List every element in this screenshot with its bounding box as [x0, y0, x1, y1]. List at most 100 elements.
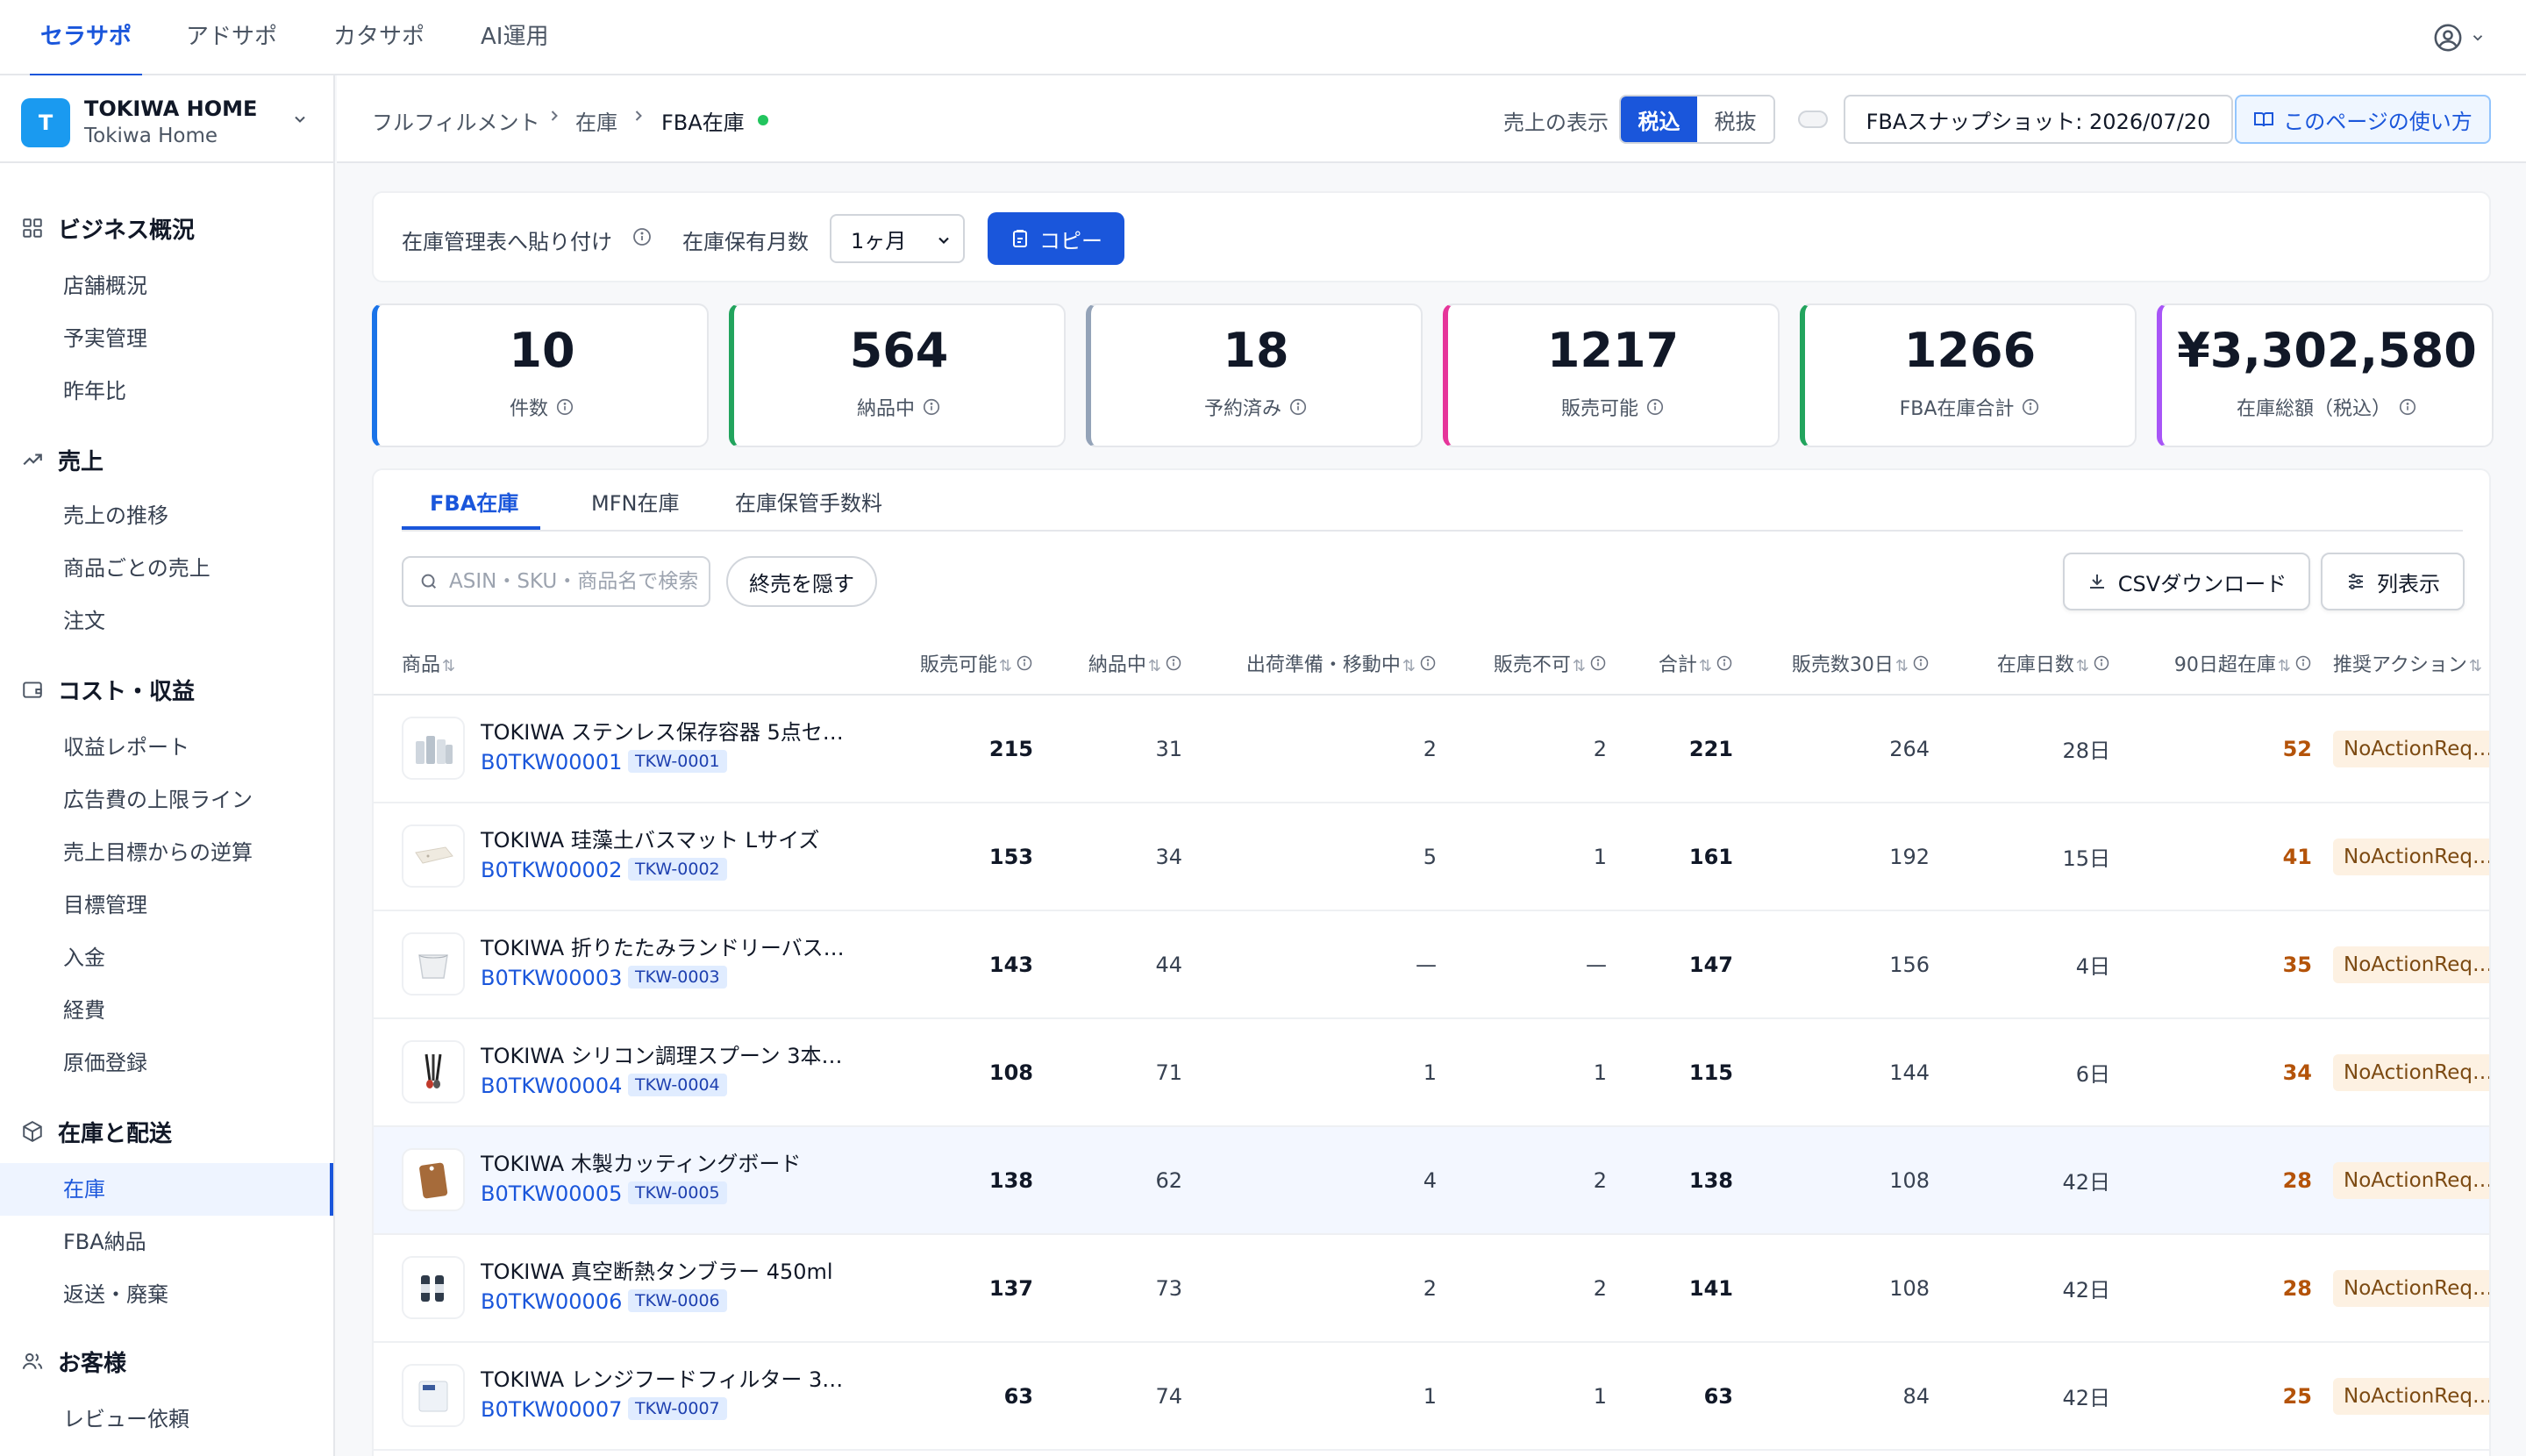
sidebar-item-sales-by-product[interactable]: 商品ごとの売上: [63, 551, 210, 586]
tax-in-button[interactable]: 税込: [1621, 96, 1697, 142]
info-icon[interactable]: [2294, 654, 2312, 672]
csv-download-button[interactable]: CSVダウンロード: [2063, 553, 2310, 610]
product-name[interactable]: TOKIWA 真空断熱タンブラー 450ml: [481, 1254, 849, 1285]
tax-out-button[interactable]: 税抜: [1697, 96, 1773, 142]
info-icon[interactable]: [2021, 397, 2040, 417]
columns-button[interactable]: 列表示: [2321, 553, 2465, 610]
help-button[interactable]: このページの使い方: [2235, 95, 2491, 144]
info-icon[interactable]: [922, 397, 941, 417]
tab-serasapo[interactable]: セラサポ: [29, 0, 143, 77]
column-header[interactable]: 販売数30日 ⇅: [1745, 632, 1942, 696]
store-switcher[interactable]: T TOKIWA HOME Tokiwa Home: [0, 75, 333, 163]
info-icon[interactable]: [1419, 654, 1437, 672]
tab-mfn-inventory[interactable]: MFN在庫: [591, 486, 679, 517]
column-header[interactable]: 商品 ⇅: [374, 632, 891, 696]
column-header[interactable]: 90日超在庫 ⇅: [2123, 632, 2324, 696]
nav-section-business[interactable]: ビジネス概況: [21, 211, 195, 246]
nav-section-inventory[interactable]: 在庫と配送: [21, 1114, 172, 1149]
column-header[interactable]: 推奨アクション ⇅: [2324, 632, 2489, 696]
sidebar-item-sales-trend[interactable]: 売上の推移: [63, 498, 168, 533]
tab-fba-inventory[interactable]: FBA在庫: [430, 486, 518, 517]
action-badge[interactable]: NoActionRequired: [2333, 1161, 2489, 1199]
tab-adsapo[interactable]: アドサポ: [186, 0, 277, 75]
months-select[interactable]: 1ヶ月: [830, 214, 965, 263]
nav-section-cost[interactable]: コスト・収益: [21, 672, 195, 707]
sidebar-item-cost-register[interactable]: 原価登録: [63, 1046, 147, 1081]
product-asin-link[interactable]: B0TKW00005: [481, 1181, 622, 1206]
action-badge[interactable]: NoActionRequired: [2333, 1053, 2489, 1091]
product-asin-link[interactable]: B0TKW00003: [481, 966, 622, 990]
cell-total: 141: [1688, 1275, 1733, 1301]
breadcrumb-inventory[interactable]: 在庫: [575, 105, 617, 136]
column-header[interactable]: 販売不可 ⇅: [1449, 632, 1619, 696]
table-row[interactable]: TOKIWA 木製カッティングボード B0TKW00005 TKW-0005 138 6…: [374, 1126, 2489, 1234]
product-name[interactable]: TOKIWA 珪藻土バスマット Lサイズ: [481, 823, 849, 853]
search-input[interactable]: [449, 570, 703, 593]
snapshot-date[interactable]: FBAスナップショット: 2026/07/20: [1844, 95, 2233, 144]
search-box[interactable]: [402, 556, 710, 607]
product-name[interactable]: TOKIWA シリコン調理スプーン 3本セット: [481, 1038, 849, 1069]
column-header[interactable]: 在庫日数 ⇅: [1942, 632, 2123, 696]
product-thumbnail-icon: [425, 1053, 442, 1088]
info-icon[interactable]: [1016, 654, 1033, 672]
sidebar-item-yoy[interactable]: 昨年比: [63, 374, 126, 409]
nav-section-sales[interactable]: 売上: [21, 442, 103, 477]
table-row[interactable]: TOKIWA ステンレス保存容器 5点セット B0TKW00001 TKW-0001…: [374, 695, 2489, 803]
sidebar-item-inventory[interactable]: 在庫: [0, 1163, 333, 1216]
info-icon[interactable]: [1912, 654, 1930, 672]
tab-ai[interactable]: AI運用: [481, 0, 548, 75]
sidebar-item-fba-inbound[interactable]: FBA納品: [63, 1224, 146, 1260]
hide-ended-button[interactable]: 終売を隠す: [726, 556, 877, 607]
sidebar-item-goals[interactable]: 目標管理: [63, 888, 147, 923]
product-name[interactable]: TOKIWA 木製カッティングボード: [481, 1146, 849, 1177]
product-asin-link[interactable]: B0TKW00004: [481, 1074, 622, 1098]
info-icon[interactable]: [1288, 397, 1308, 417]
sidebar-item-orders[interactable]: 注文: [63, 603, 105, 639]
table-row[interactable]: TOKIWA 珪藻土バスマット Lサイズ B0TKW00002 TKW-0002 15…: [374, 803, 2489, 910]
table-row[interactable]: TOKIWA 折りたたみランドリーバスケット B0TKW00003 TKW-0003…: [374, 910, 2489, 1018]
info-icon[interactable]: [1645, 397, 1665, 417]
tab-storage-fees[interactable]: 在庫保管手数料: [735, 486, 882, 517]
product-asin-link[interactable]: B0TKW00006: [481, 1289, 622, 1314]
product-name[interactable]: TOKIWA レンジフードフィルター 30枚入: [481, 1362, 849, 1393]
action-badge[interactable]: NoActionRequired: [2333, 730, 2489, 767]
sidebar-item-profit-report[interactable]: 収益レポート: [63, 730, 189, 765]
info-icon[interactable]: [555, 397, 574, 417]
user-menu[interactable]: [2433, 23, 2486, 53]
sidebar-item-deposits[interactable]: 入金: [63, 940, 105, 975]
info-icon[interactable]: [1165, 654, 1182, 672]
table-row[interactable]: TOKIWA 真空断熱タンブラー 450ml B0TKW00006 TKW-0006…: [374, 1234, 2489, 1342]
sidebar-item-budget[interactable]: 予実管理: [63, 321, 147, 356]
info-icon[interactable]: [1716, 654, 1733, 672]
table-row[interactable]: TOKIWA シリコン調理スプーン 3本セット B0TKW00004 TKW-000…: [374, 1018, 2489, 1126]
breadcrumb-fulfillment[interactable]: フルフィルメント: [372, 105, 540, 136]
product-name[interactable]: TOKIWA 折りたたみランドリーバスケット: [481, 931, 849, 961]
tab-katasapo[interactable]: カタサポ: [333, 0, 425, 75]
product-asin-link[interactable]: B0TKW00002: [481, 858, 622, 882]
sidebar-item-review-request[interactable]: レビュー依頼: [63, 1402, 189, 1437]
sidebar-item-reverse-calc[interactable]: 売上目標からの逆算: [63, 835, 253, 870]
sidebar-item-expenses[interactable]: 経費: [63, 993, 105, 1028]
copy-button[interactable]: コピー: [988, 212, 1124, 265]
column-header[interactable]: 納品中 ⇅: [1045, 632, 1195, 696]
sidebar-item-ad-limit[interactable]: 広告費の上限ライン: [63, 782, 253, 817]
product-asin-link[interactable]: B0TKW00007: [481, 1397, 622, 1422]
action-badge[interactable]: NoActionRequired: [2333, 838, 2489, 875]
sidebar-item-removal[interactable]: 返送・廃棄: [63, 1277, 168, 1312]
column-header[interactable]: 販売可能 ⇅: [891, 632, 1045, 696]
action-badge[interactable]: NoActionRequired: [2333, 1377, 2489, 1415]
info-icon[interactable]: [1589, 654, 1607, 672]
product-asin-link[interactable]: B0TKW00001: [481, 750, 622, 774]
info-icon[interactable]: [2093, 654, 2110, 672]
nav-section-customers[interactable]: お客様: [21, 1344, 126, 1379]
info-icon[interactable]: [632, 226, 653, 247]
action-badge[interactable]: NoActionRequired: [2333, 946, 2489, 983]
column-header[interactable]: 合計 ⇅: [1619, 632, 1745, 696]
switch-toggle[interactable]: [1798, 111, 1828, 128]
column-header[interactable]: 出荷準備・移動中 ⇅: [1195, 632, 1449, 696]
product-name[interactable]: TOKIWA ステンレス保存容器 5点セット: [481, 715, 849, 746]
info-icon[interactable]: [2398, 397, 2417, 417]
sidebar-item-store-overview[interactable]: 店舗概況: [63, 268, 147, 303]
action-badge[interactable]: NoActionRequired: [2333, 1269, 2489, 1307]
table-row[interactable]: TOKIWA レンジフードフィルター 30枚入 B0TKW00007 TKW-000…: [374, 1342, 2489, 1450]
